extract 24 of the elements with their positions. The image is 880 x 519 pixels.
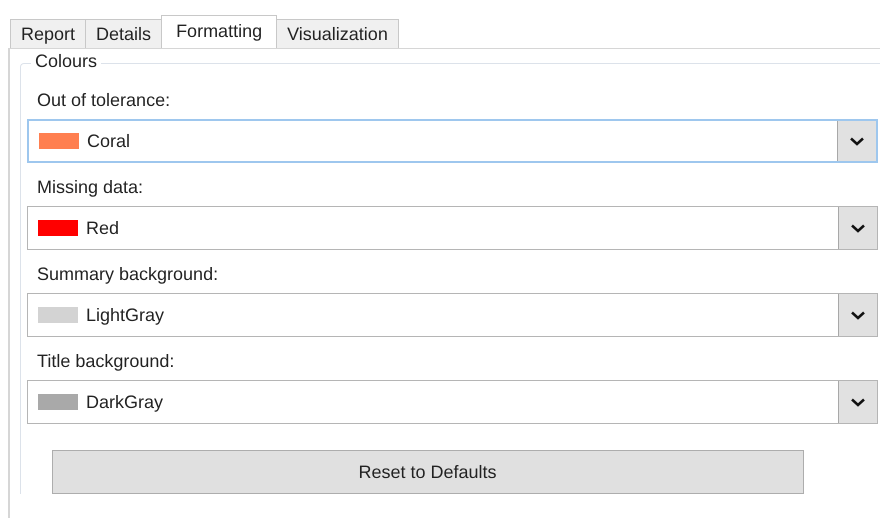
tab[interactable]: Visualization bbox=[276, 19, 399, 48]
field-label: Summary background: bbox=[36, 264, 220, 284]
dropdown-value: LightGray bbox=[86, 304, 164, 326]
field-label: Out of tolerance: bbox=[36, 90, 172, 110]
chevron-down-icon bbox=[851, 398, 865, 406]
dropdown-value: Red bbox=[86, 218, 120, 238]
field-label: Title background: bbox=[36, 351, 176, 371]
chevron-down-icon bbox=[851, 310, 865, 320]
dropdown-value: DarkGray bbox=[86, 392, 164, 412]
color-dropdown[interactable]: Red bbox=[27, 206, 878, 250]
dropdown-value: Coral bbox=[87, 130, 130, 152]
dropdown-button[interactable] bbox=[838, 207, 877, 249]
color-dropdown[interactable]: DarkGray bbox=[27, 380, 878, 424]
dropdown-button[interactable] bbox=[838, 381, 877, 423]
color-dropdown[interactable]: LightGray bbox=[27, 293, 878, 337]
tab[interactable]: Details bbox=[85, 19, 162, 48]
color-dropdown[interactable]: Coral bbox=[27, 119, 878, 163]
chevron-down-icon bbox=[851, 224, 865, 232]
chevron-down-icon bbox=[850, 136, 864, 146]
reset-button[interactable]: Reset to Defaults bbox=[52, 450, 804, 494]
tab[interactable]: Report bbox=[10, 19, 86, 48]
dropdown-button[interactable] bbox=[837, 121, 876, 161]
field-label: Missing data: bbox=[36, 177, 144, 197]
dropdown-button[interactable] bbox=[838, 294, 877, 336]
